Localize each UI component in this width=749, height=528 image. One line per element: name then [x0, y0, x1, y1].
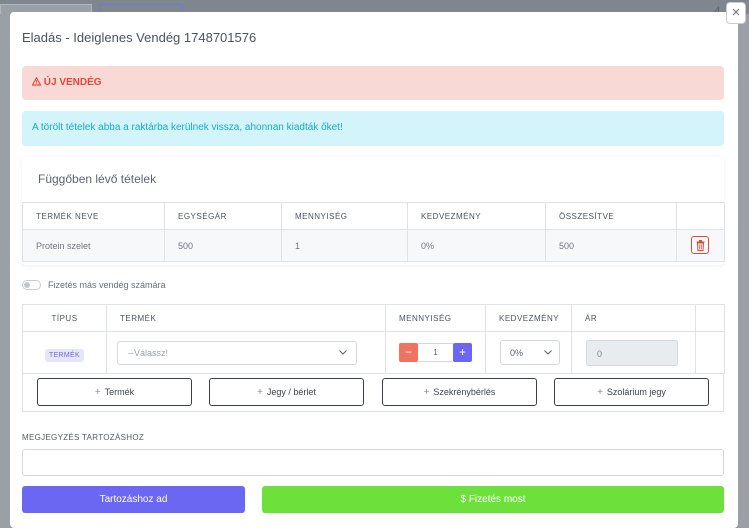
discount-cell: 0%: [485, 331, 572, 374]
delete-item-button[interactable]: [691, 235, 709, 254]
add-locker-rental-button[interactable]: + Szekrénybérlés: [382, 378, 537, 406]
plus-icon: +: [597, 387, 603, 398]
add-to-debt-button[interactable]: Tartozáshoz ad: [22, 486, 245, 513]
pending-items-title: Függőben lévő tételek: [38, 172, 157, 186]
price-cell: 0: [571, 331, 696, 374]
pay-for-other-toggle[interactable]: [22, 280, 41, 290]
debt-note-input[interactable]: [22, 449, 724, 476]
pay-now-button[interactable]: $ Fizetés most: [262, 486, 724, 513]
plus-icon: +: [94, 387, 101, 398]
quantity-cell: − 1 +: [385, 331, 486, 374]
pay-for-other-guest: Fizetés más vendég számára: [22, 280, 166, 290]
new-items-table: TÍPUS TERMÉK MENNYISÉG KEDVEZMÉNY ÁR TER…: [22, 304, 725, 374]
type-badge: TERMÉK: [45, 348, 84, 362]
pending-items-table: TERMÉK NEVE EGYSÉGÁR MENNYISÉG KEDVEZMÉN…: [22, 202, 725, 262]
column-header: TERMÉK NEVE: [22, 202, 165, 230]
price-field: 0: [586, 339, 678, 366]
add-product-button[interactable]: + Termék: [37, 378, 192, 406]
column-header: MENNYISÉG: [385, 304, 486, 332]
close-icon[interactable]: ×: [726, 2, 746, 24]
total-cell: 500: [545, 229, 677, 262]
table-row: Protein szelet 500 1 0% 500: [22, 229, 725, 262]
discount-cell: 0%: [407, 229, 546, 262]
plus-icon: +: [257, 387, 263, 398]
column-header: [695, 304, 725, 332]
pay-for-other-label: Fizetés más vendég számára: [48, 280, 166, 290]
add-ticket-button[interactable]: + Jegy / bérlet: [209, 378, 364, 406]
plus-icon: +: [423, 387, 430, 398]
column-header: ÖSSZESÍTVE: [545, 202, 677, 230]
add-solarium-ticket-button[interactable]: + Szolárium jegy: [554, 378, 709, 406]
quantity-input[interactable]: 1: [418, 343, 453, 362]
column-header: EGYSÉGÁR: [164, 202, 282, 230]
product-name-cell: Protein szelet: [22, 229, 165, 262]
quantity-cell: 1: [281, 229, 408, 262]
column-header: KEDVEZMÉNY: [407, 202, 546, 230]
decrease-quantity-button[interactable]: −: [399, 343, 418, 362]
chevron-down-icon: [339, 349, 347, 355]
action-cell: [676, 229, 725, 262]
table-row: TERMÉK --Válassz! − 1 + 0% 0: [22, 331, 725, 374]
discount-select[interactable]: 0%: [500, 340, 560, 365]
backdrop-left: [0, 14, 10, 528]
empty-cell: [695, 331, 725, 374]
column-header: [676, 202, 725, 230]
unit-price-cell: 500: [164, 229, 282, 262]
backdrop-right: [738, 14, 749, 528]
type-cell: TERMÉK: [22, 331, 107, 374]
sale-modal: Eladás - Ideiglenes Vendég 1748701576 ÚJ…: [10, 12, 738, 528]
chevron-down-icon: [544, 350, 552, 355]
info-alert: A törölt tételek abba a raktárba kerülne…: [22, 111, 724, 146]
column-header: TERMÉK: [106, 304, 386, 332]
product-select[interactable]: --Válassz!: [117, 340, 357, 365]
quantity-stepper: − 1 +: [399, 343, 475, 362]
discount-select-value: 0%: [510, 348, 524, 358]
trash-icon: [696, 239, 705, 251]
new-guest-text: ÚJ VENDÉG: [43, 77, 102, 88]
column-header: KEDVEZMÉNY: [485, 304, 572, 332]
column-header: MENNYISÉG: [281, 202, 408, 230]
column-header: ÁR: [571, 304, 696, 332]
warning-icon: [31, 76, 44, 88]
modal-title: Eladás - Ideiglenes Vendég 1748701576: [22, 30, 257, 45]
column-header: TÍPUS: [22, 304, 107, 332]
product-cell: --Válassz!: [106, 331, 386, 374]
new-guest-alert: ÚJ VENDÉG: [22, 66, 724, 100]
product-select-value: --Válassz!: [128, 347, 169, 358]
debt-note-label: MEGJEGYZÉS TARTOZÁSHOZ: [22, 433, 145, 442]
increase-quantity-button[interactable]: +: [453, 343, 472, 362]
